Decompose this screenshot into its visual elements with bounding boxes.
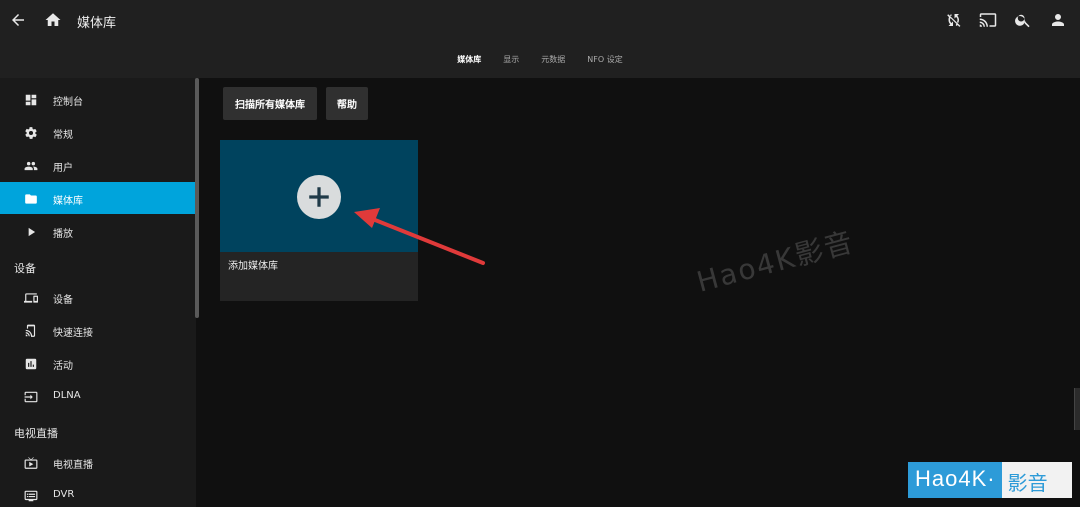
sidebar-item-label: 控制台 <box>53 97 83 108</box>
sidebar-scrollbar[interactable] <box>195 78 199 318</box>
scan-all-libraries-button[interactable]: 扫描所有媒体库 <box>223 87 317 120</box>
page-title: 媒体库 <box>77 16 117 31</box>
sidebar-item-media-library[interactable]: 媒体库 <box>0 182 196 214</box>
sidebar-item-activity[interactable]: 活动 <box>0 347 196 379</box>
sidebar-item-dlna[interactable]: DLNA <box>0 380 196 412</box>
sidebar-item-live-tv[interactable]: 电视直播 <box>0 446 196 478</box>
sidebar-item-users[interactable]: 用户 <box>0 149 196 181</box>
gear-icon <box>24 125 38 139</box>
logo-text-latin: Hao4K· <box>908 462 1002 498</box>
annotation-arrow-icon <box>354 208 485 265</box>
sidebar-item-label: 常规 <box>53 130 73 141</box>
sidebar-item-devices[interactable]: 设备 <box>0 281 196 313</box>
home-icon[interactable] <box>41 8 65 32</box>
tab-display[interactable]: 显示 <box>492 52 530 67</box>
dashboard-icon <box>24 92 38 106</box>
sidebar-item-label: DLNA <box>53 390 81 401</box>
dvr-icon <box>24 488 38 502</box>
sidebar-item-label: 设备 <box>53 295 73 306</box>
devices-icon <box>24 290 38 304</box>
add-icon[interactable] <box>297 175 341 219</box>
section-heading-live-tv: 电视直播 <box>14 427 58 440</box>
tab-metadata[interactable]: 元数据 <box>530 52 576 67</box>
activity-icon <box>24 356 38 370</box>
sidebar-item-dvr[interactable]: DVR <box>0 479 196 507</box>
sidebar-item-label: DVR <box>53 489 75 500</box>
sidebar-item-dashboard[interactable]: 控制台 <box>0 83 196 115</box>
section-heading-devices: 设备 <box>14 262 36 275</box>
sidebar-item-label: 媒体库 <box>53 196 83 207</box>
help-button[interactable]: 帮助 <box>326 87 368 120</box>
sidebar-item-general[interactable]: 常规 <box>0 116 196 148</box>
top-bar: 媒体库 媒体库 显示 元数据 NFO 设定 <box>0 0 1080 78</box>
sidebar-item-playback[interactable]: 播放 <box>0 215 196 247</box>
sidebar-item-label: 用户 <box>53 163 73 174</box>
brand-logo: Hao4K· 影音 <box>908 462 1072 498</box>
logo-text-cjk: 影音 <box>1001 462 1072 498</box>
watermark: Hao4K影音 <box>693 225 858 299</box>
play-icon <box>24 224 38 238</box>
folder-icon <box>24 191 38 205</box>
sidebar-item-label: 快速连接 <box>53 328 93 339</box>
edge-handle[interactable] <box>1074 388 1080 430</box>
sidebar-item-label: 播放 <box>53 229 73 240</box>
settings-tabs: 媒体库 显示 元数据 NFO 设定 <box>0 52 1080 67</box>
search-icon[interactable] <box>1011 8 1035 32</box>
card-label: 添加媒体库 <box>228 261 278 272</box>
user-icon[interactable] <box>1046 8 1070 32</box>
sidebar-item-quick-connect[interactable]: 快速连接 <box>0 314 196 346</box>
back-arrow-icon[interactable] <box>6 8 30 32</box>
sidebar: 控制台 常规 用户 媒体库 播放 设备 设备 快速连接 活动 DLNA 电视直播… <box>0 78 196 507</box>
sync-disabled-icon[interactable] <box>941 8 965 32</box>
sidebar-item-label: 活动 <box>53 361 73 372</box>
input-icon <box>24 389 38 403</box>
sidebar-item-label: 电视直播 <box>53 460 93 471</box>
live-tv-icon <box>24 455 38 469</box>
cast-phone-icon <box>24 323 38 337</box>
tab-media-library[interactable]: 媒体库 <box>446 52 492 67</box>
users-icon <box>24 158 38 172</box>
cast-icon[interactable] <box>976 8 1000 32</box>
tab-nfo-settings[interactable]: NFO 设定 <box>576 52 633 67</box>
